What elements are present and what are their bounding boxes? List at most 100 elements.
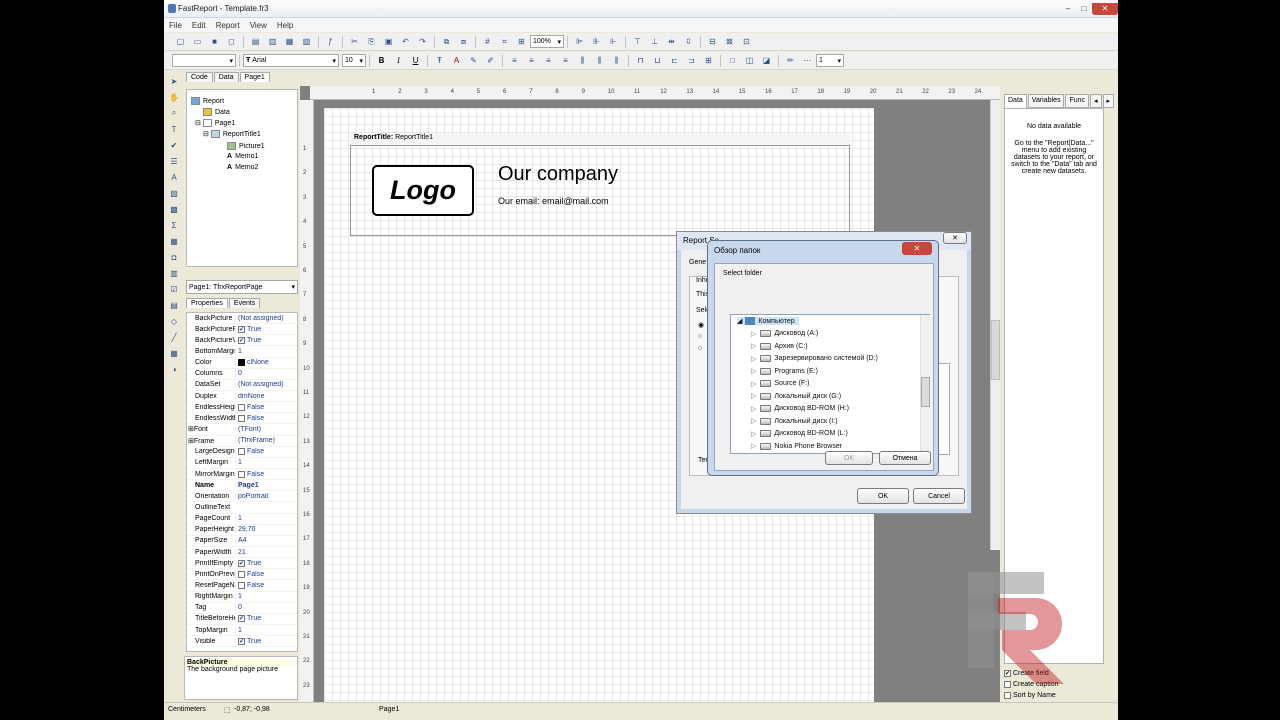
paste-icon[interactable]: ▣: [382, 35, 396, 49]
ole-tool-icon[interactable]: ◘: [167, 250, 181, 264]
property-row[interactable]: PaperHeight 29,70: [187, 525, 297, 536]
zoom-tool-icon[interactable]: ⌕: [167, 106, 181, 120]
tab-functions[interactable]: Func: [1065, 94, 1090, 108]
property-value[interactable]: poPortrait: [235, 492, 297, 500]
folder-item-drive[interactable]: ▷ Дисковод BD-ROM (L:): [751, 430, 848, 438]
menu-file[interactable]: File: [164, 21, 187, 30]
property-value[interactable]: 1: [235, 347, 297, 355]
fill-color-icon[interactable]: ◪: [760, 54, 774, 68]
format-tool-icon[interactable]: ✔: [167, 138, 181, 152]
property-value[interactable]: dmNone: [235, 392, 297, 400]
tree-item-memo1[interactable]: A Memo1: [227, 153, 258, 160]
property-row[interactable]: EndlessHeigh False: [187, 402, 297, 414]
highlight-icon[interactable]: ✎: [467, 54, 481, 68]
property-row[interactable]: EndlessWidth False: [187, 413, 297, 425]
property-checkbox[interactable]: [238, 570, 245, 578]
property-checkbox[interactable]: [238, 448, 245, 456]
property-value[interactable]: clNone: [235, 359, 297, 367]
grid-icon[interactable]: #: [481, 35, 495, 49]
property-row[interactable]: PageCount 1: [187, 514, 297, 525]
center-vert-icon[interactable]: ⊠: [723, 35, 737, 49]
new-icon[interactable]: ▢: [174, 35, 188, 49]
property-row[interactable]: PrintOnPrevi False: [187, 569, 297, 581]
tab-variables[interactable]: Variables: [1027, 94, 1065, 108]
folder-item-drive[interactable]: ▷ Локальный диск (G:): [751, 392, 841, 400]
select-tool-icon[interactable]: ➤: [167, 74, 181, 88]
folder-item-drive[interactable]: ▷ Дисковод BD-ROM (H:): [751, 405, 849, 413]
align-middle-icon[interactable]: ⊥: [648, 35, 662, 49]
property-value[interactable]: A4: [235, 537, 297, 545]
folder-item-drive[interactable]: ▷ Дисковод (A:): [751, 330, 818, 338]
property-value[interactable]: (TFont): [235, 425, 297, 433]
folder-scrollbar[interactable]: [920, 315, 930, 453]
delete-page-icon[interactable]: ▦: [283, 35, 297, 49]
style-icon[interactable]: ✐: [484, 54, 498, 68]
property-value[interactable]: False: [235, 403, 297, 411]
property-value[interactable]: ✔ True: [235, 637, 297, 645]
dialog-close-button[interactable]: ✕: [943, 232, 967, 244]
shadow-icon[interactable]: ◫: [743, 54, 757, 68]
property-row[interactable]: OutlineText: [187, 502, 297, 514]
property-value[interactable]: Page1: [235, 481, 297, 489]
folder-item-computer[interactable]: ◢ Компьютер: [737, 317, 799, 325]
minimize-button[interactable]: –: [1060, 3, 1076, 15]
property-row[interactable]: ⊞Font (TFont): [187, 424, 297, 436]
folder-item-drive[interactable]: ▷ Programs (E:): [751, 367, 818, 375]
align-grid-icon[interactable]: ⌗: [498, 35, 512, 49]
property-value[interactable]: 0: [235, 370, 297, 378]
property-checkbox[interactable]: [238, 414, 245, 422]
line-tool-icon[interactable]: ╱: [167, 330, 181, 344]
tree-item-picture1[interactable]: Picture1: [227, 142, 265, 150]
tree-item-data[interactable]: Data: [203, 108, 230, 116]
property-value[interactable]: False: [235, 414, 297, 422]
font-combo[interactable]: Ŧ Arial ▾: [243, 54, 339, 67]
property-value[interactable]: (TfrxFrame): [235, 437, 297, 445]
subreport-tool-icon[interactable]: ▩: [167, 202, 181, 216]
text-left-icon[interactable]: ≡: [508, 54, 522, 68]
tree-item-memo2[interactable]: A Memo2: [227, 164, 258, 171]
tab-code[interactable]: Code: [186, 72, 213, 82]
maximize-button[interactable]: □: [1076, 3, 1092, 15]
property-value[interactable]: (Not assigned): [235, 381, 297, 389]
property-value[interactable]: 1: [235, 515, 297, 523]
sort-by-name-option[interactable]: Sort by Name: [1004, 690, 1118, 701]
tree-item-page1[interactable]: ⊟ Page1: [195, 119, 235, 127]
frame-style-icon[interactable]: ⋯: [801, 54, 815, 68]
property-row[interactable]: BackPictureVi ✔ True: [187, 335, 297, 347]
folder-item-drive[interactable]: ▷ Source (F:): [751, 380, 809, 388]
property-value[interactable]: 1: [235, 593, 297, 601]
band-tool-icon[interactable]: ☰: [167, 154, 181, 168]
text-bottom-icon[interactable]: ⫼: [610, 54, 624, 68]
tab-page1[interactable]: Page1: [239, 72, 270, 82]
property-row[interactable]: TopMargin 1: [187, 625, 297, 637]
text-justify-icon[interactable]: ≡: [559, 54, 573, 68]
ungroup-icon[interactable]: ⧈: [457, 35, 471, 49]
property-value[interactable]: 29,70: [235, 526, 297, 534]
property-row[interactable]: ⊞Frame (TfrxFrame): [187, 436, 297, 447]
cancel-button[interactable]: Cancel: [913, 488, 965, 504]
folder-tree[interactable]: ◢ Компьютер ▷ Дисковод (A:) ▷ Архив (C:) ▷ Зар…: [730, 314, 930, 454]
style-combo[interactable]: ▾: [172, 54, 236, 67]
text-right-icon[interactable]: ≡: [542, 54, 556, 68]
copy-icon[interactable]: ⎘: [365, 35, 379, 49]
new-page-icon[interactable]: ▤: [249, 35, 263, 49]
zoom-combo[interactable]: 100% ▾: [530, 35, 564, 48]
frame-bottom-icon[interactable]: ⊔: [651, 54, 665, 68]
property-row[interactable]: MirrorMargin False: [187, 469, 297, 481]
property-row[interactable]: RightMargin 1: [187, 592, 297, 603]
bold-button[interactable]: B: [375, 54, 389, 68]
property-value[interactable]: 0: [235, 604, 297, 612]
cut-icon[interactable]: ✂: [348, 35, 362, 49]
rich-tool-icon[interactable]: ▤: [167, 298, 181, 312]
text-top-icon[interactable]: ⫼: [576, 54, 590, 68]
text-center-icon[interactable]: ≡: [525, 54, 539, 68]
property-value[interactable]: ✔ True: [235, 336, 297, 344]
property-row[interactable]: TitleBeforeHe ✔ True: [187, 614, 297, 625]
align-center-icon[interactable]: ⊪: [590, 35, 604, 49]
browse-close-button[interactable]: ✕: [902, 242, 932, 255]
text-tool-icon[interactable]: T: [167, 122, 181, 136]
barcode-tool-icon[interactable]: ▥: [167, 266, 181, 280]
property-row[interactable]: PrintIfEmpty ✔ True: [187, 558, 297, 570]
property-row[interactable]: Visible ✔ True: [187, 636, 297, 648]
folder-item-drive[interactable]: ▷ Локальный диск (I:): [751, 417, 838, 425]
